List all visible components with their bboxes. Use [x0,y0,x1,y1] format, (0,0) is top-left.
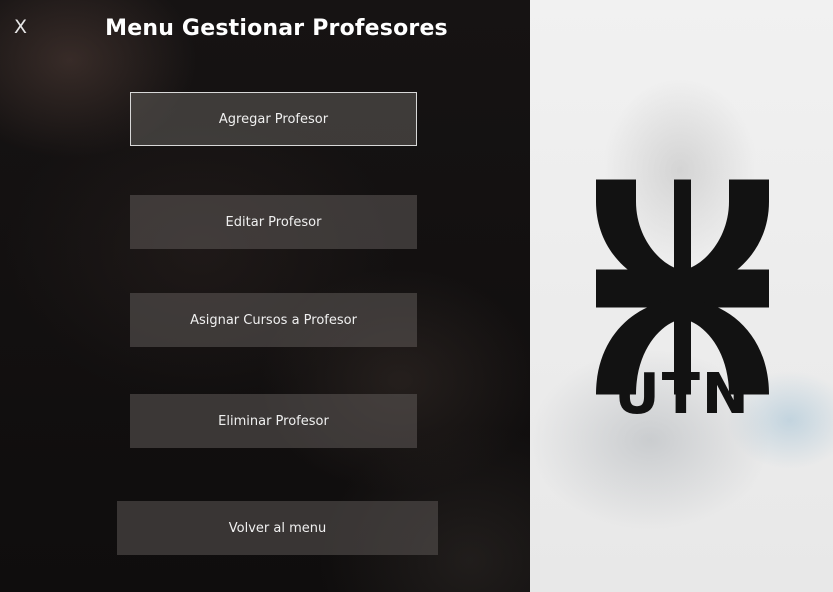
add-professor-button[interactable]: Agregar Profesor [130,92,417,146]
page-title: Menu Gestionar Profesores [105,16,448,41]
delete-professor-button[interactable]: Eliminar Profesor [130,394,417,448]
back-to-menu-button[interactable]: Volver al menu [117,501,438,555]
assign-courses-button[interactable]: Asignar Cursos a Profesor [130,293,417,347]
edit-professor-button[interactable]: Editar Profesor [130,195,417,249]
utn-logo-text: UTN [614,362,751,427]
